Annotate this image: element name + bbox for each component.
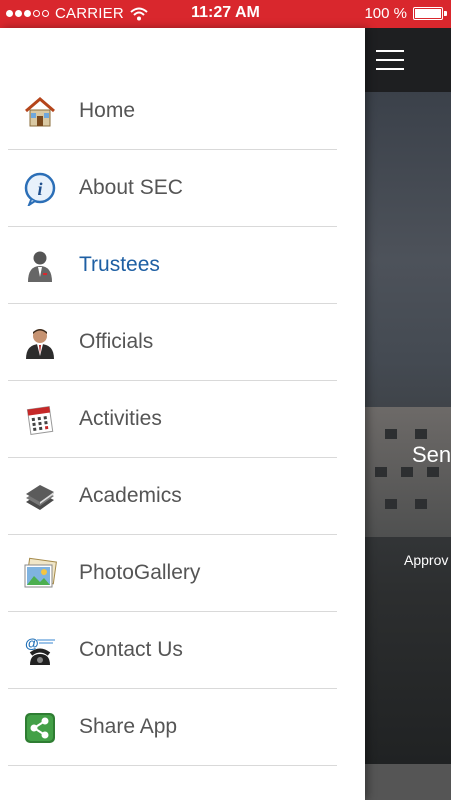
- menu-item-label: Trustees: [79, 253, 160, 276]
- menu-item-about-sec[interactable]: i About SEC: [8, 150, 337, 227]
- menu-item-photogallery[interactable]: PhotoGallery: [8, 535, 337, 612]
- hero-subtitle: Approv: [404, 552, 449, 568]
- photo-gallery-icon: [22, 556, 58, 592]
- menu-item-label: Home: [79, 99, 136, 122]
- building-image: [365, 407, 451, 537]
- svg-text:@: @: [25, 635, 39, 651]
- menu-item-officials[interactable]: Officials: [8, 304, 337, 381]
- status-bar: CARRIER 11:27 AM 100 %: [0, 0, 451, 28]
- menu-item-label: Officials: [79, 330, 154, 353]
- status-right: 100 %: [364, 5, 447, 22]
- navigation-drawer: Home i About SEC Trustees Officials Acti…: [0, 28, 365, 800]
- menu-item-label: Share App: [79, 715, 178, 738]
- calendar-icon: [22, 402, 58, 438]
- trustee-person-icon: [22, 248, 58, 284]
- svg-text:i: i: [37, 179, 42, 199]
- menu-item-activities[interactable]: Activities: [8, 381, 337, 458]
- menu-item-label: Academics: [79, 484, 182, 507]
- top-app-bar: [365, 28, 451, 92]
- home-icon: [22, 94, 58, 130]
- share-icon: [22, 710, 58, 746]
- info-icon: i: [22, 171, 58, 207]
- hamburger-menu-icon[interactable]: [376, 50, 404, 70]
- bottom-strip: [365, 764, 451, 800]
- books-icon: [22, 479, 58, 515]
- menu-item-home[interactable]: Home: [8, 73, 337, 150]
- menu-item-trustees[interactable]: Trustees: [8, 227, 337, 304]
- official-person-icon: [22, 325, 58, 361]
- menu-item-label: Activities: [79, 407, 162, 430]
- menu-item-label: About SEC: [79, 176, 183, 199]
- menu-item-academics[interactable]: Academics: [8, 458, 337, 535]
- menu-item-share-app[interactable]: Share App: [8, 689, 337, 766]
- menu-item-label: PhotoGallery: [79, 561, 201, 584]
- hero-title: Sen: [412, 442, 451, 467]
- battery-percent: 100 %: [364, 5, 407, 22]
- menu-item-label: Contact Us: [79, 638, 183, 661]
- menu-item-contact-us[interactable]: @ Contact Us: [8, 612, 337, 689]
- contact-phone-icon: @: [22, 633, 58, 669]
- drawer-menu: Home i About SEC Trustees Officials Acti…: [8, 73, 337, 766]
- battery-icon: [413, 7, 447, 20]
- hero-image: Sen Approv: [365, 92, 451, 764]
- main-content: Sen Approv: [365, 28, 451, 800]
